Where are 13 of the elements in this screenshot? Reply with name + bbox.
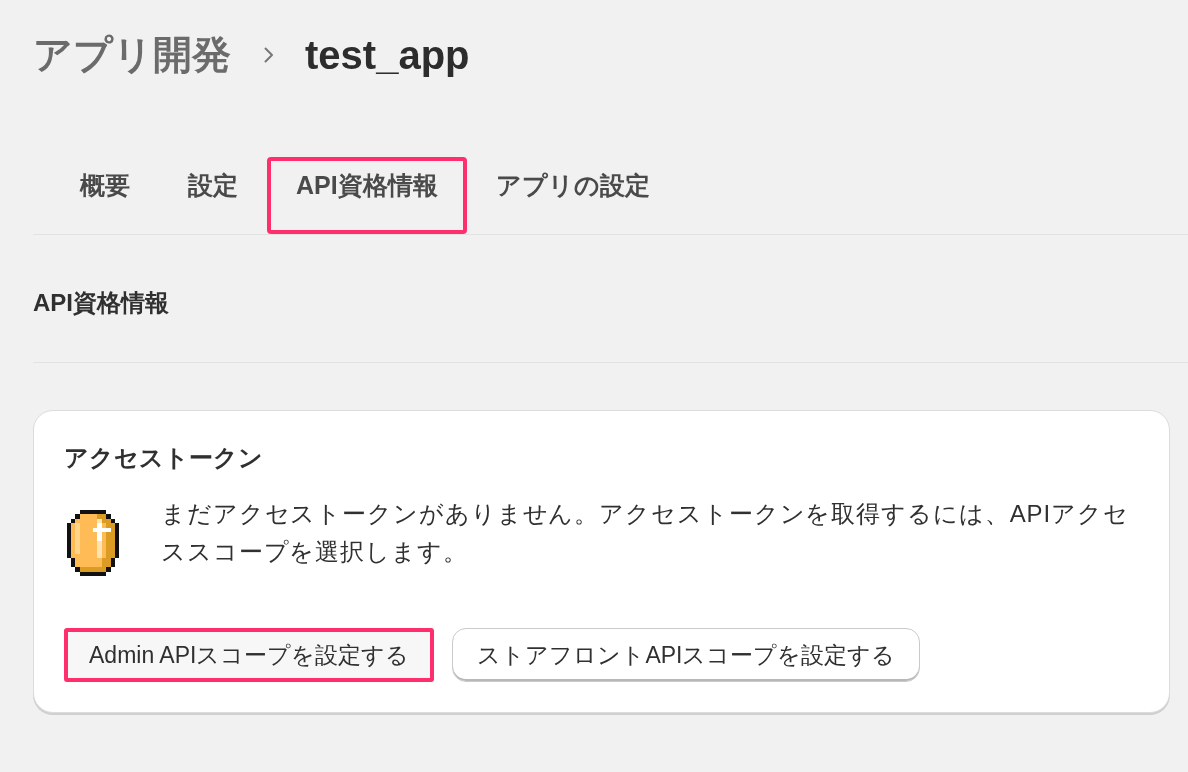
tab[interactable]: アプリの設定 — [466, 157, 679, 234]
breadcrumb-link[interactable]: アプリ開発 — [33, 28, 231, 82]
card-title: アクセストークン — [64, 443, 263, 473]
empty-state-message: まだアクセストークンがありません。アクセストークンを取得するには、APIアクセススコープを選択します。 — [161, 499, 1130, 567]
tab[interactable]: API資格情報 — [267, 157, 467, 234]
coin-icon — [66, 510, 120, 576]
section-heading: API資格情報 — [33, 288, 169, 318]
tab[interactable]: 概要 — [51, 157, 159, 234]
chevron-right-icon — [263, 46, 275, 64]
scope-button[interactable]: Admin APIスコープを設定する — [64, 628, 435, 682]
scope-button[interactable]: ストアフロントAPIスコープを設定する — [452, 628, 921, 682]
tab[interactable]: 設定 — [159, 157, 267, 234]
page-title: test_app — [305, 32, 470, 78]
